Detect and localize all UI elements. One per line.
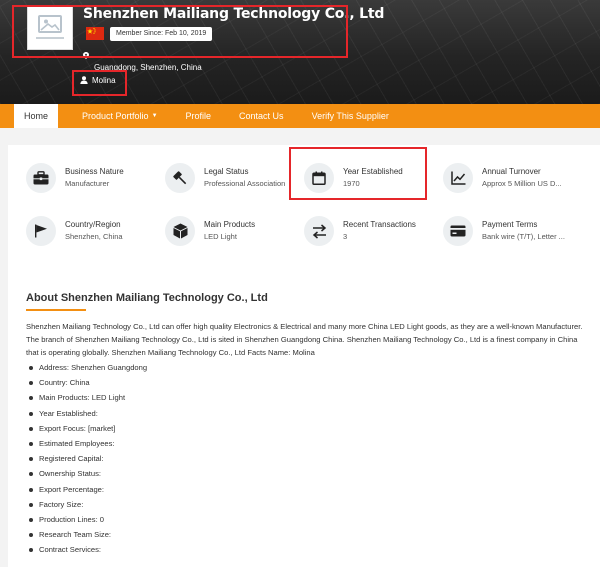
contact-person[interactable]: Molina [80, 73, 116, 87]
list-item: Ownership Status: [26, 466, 147, 481]
info-year-established: Year Established 1970 [304, 163, 434, 193]
company-location: Guangdong, Shenzhen, China [94, 63, 202, 72]
company-facts-list: Address: Shenzhen Guangdong Country: Chi… [26, 360, 147, 557]
info-label: Legal Status [204, 167, 249, 176]
info-label: Year Established [343, 167, 403, 176]
info-label: Payment Terms [482, 220, 538, 229]
company-profile-card: Business Nature Manufacturer Legal Statu… [8, 145, 600, 567]
info-payment-terms: Payment Terms Bank wire (T/T), Letter ..… [443, 216, 593, 246]
company-name-heading: Shenzhen Mailiang Technology Co., Ltd [83, 6, 385, 22]
list-item: Year Established: [26, 406, 147, 421]
chart-line-icon [443, 163, 473, 193]
about-section-title: About Shenzhen Mailiang Technology Co., … [26, 292, 268, 304]
list-item: Main Products: LED Light [26, 390, 147, 405]
nav-item-verify-supplier[interactable]: Verify This Supplier [302, 104, 399, 128]
map-pin-icon [83, 52, 89, 59]
info-value: Approx 5 Million US D... [482, 179, 562, 188]
calendar-icon [304, 163, 334, 193]
list-item: Factory Size: [26, 497, 147, 512]
list-item: Export Percentage: [26, 482, 147, 497]
nav-item-label: Verify This Supplier [311, 111, 389, 121]
list-item: Production Lines: 0 [26, 512, 147, 527]
member-since-badge: Member Since: Feb 10, 2019 [110, 27, 213, 41]
nav-item-label: Product Portfolio [82, 111, 149, 121]
info-value: Professional Association [204, 179, 286, 188]
user-icon [80, 76, 88, 84]
gavel-icon [165, 163, 195, 193]
section-divider [26, 309, 86, 311]
list-item: Registered Capital: [26, 451, 147, 466]
info-value: Shenzhen, China [65, 232, 123, 241]
info-country-region: Country/Region Shenzhen, China [26, 216, 156, 246]
list-item: Research Team Size: [26, 527, 147, 542]
nav-item-label: Home [24, 111, 49, 121]
nav-item-home[interactable]: Home [14, 104, 59, 128]
image-placeholder-icon [36, 15, 64, 39]
info-main-products: Main Products LED Light [165, 216, 295, 246]
briefcase-icon [26, 163, 56, 193]
nav-item-profile[interactable]: Profile [176, 104, 222, 128]
info-legal-status: Legal Status Professional Association [165, 163, 295, 193]
nav-item-contact-us[interactable]: Contact Us [229, 104, 294, 128]
info-value: Manufacturer [65, 179, 110, 188]
info-label: Country/Region [65, 220, 121, 229]
list-item: Country: China [26, 375, 147, 390]
info-value: Bank wire (T/T), Letter ... [482, 232, 565, 241]
list-item: Address: Shenzhen Guangdong [26, 360, 147, 375]
supplier-nav-bar: Home Product Portfolio ▼ Profile Contact… [0, 104, 600, 128]
china-flag-icon [86, 27, 104, 40]
credit-card-icon [443, 216, 473, 246]
info-label: Business Nature [65, 167, 124, 176]
company-header-banner: Shenzhen Mailiang Technology Co., Ltd Me… [0, 0, 600, 104]
exchange-icon [304, 216, 334, 246]
info-value: 1970 [343, 179, 360, 188]
info-value: 3 [343, 232, 348, 241]
info-recent-transactions: Recent Transactions 3 [304, 216, 434, 246]
contact-person-name: Molina [92, 75, 116, 85]
info-business-nature: Business Nature Manufacturer [26, 163, 156, 193]
info-label: Recent Transactions [343, 220, 416, 229]
nav-item-product-portfolio[interactable]: Product Portfolio ▼ [72, 104, 168, 128]
list-item: Export Focus: [market] [26, 421, 147, 436]
info-value: LED Light [204, 232, 237, 241]
about-description: Shenzhen Mailiang Technology Co., Ltd ca… [26, 322, 583, 357]
info-annual-turnover: Annual Turnover Approx 5 Million US D... [443, 163, 593, 193]
nav-item-label: Profile [185, 111, 212, 121]
list-item: Estimated Employees: [26, 436, 147, 451]
nav-item-label: Contact Us [239, 111, 284, 121]
list-item: Contract Services: [26, 542, 147, 557]
company-logo[interactable] [27, 6, 73, 50]
flag-icon [26, 216, 56, 246]
cube-icon [165, 216, 195, 246]
info-label: Annual Turnover [482, 167, 541, 176]
info-label: Main Products [204, 220, 256, 229]
caret-down-icon: ▼ [151, 113, 158, 119]
